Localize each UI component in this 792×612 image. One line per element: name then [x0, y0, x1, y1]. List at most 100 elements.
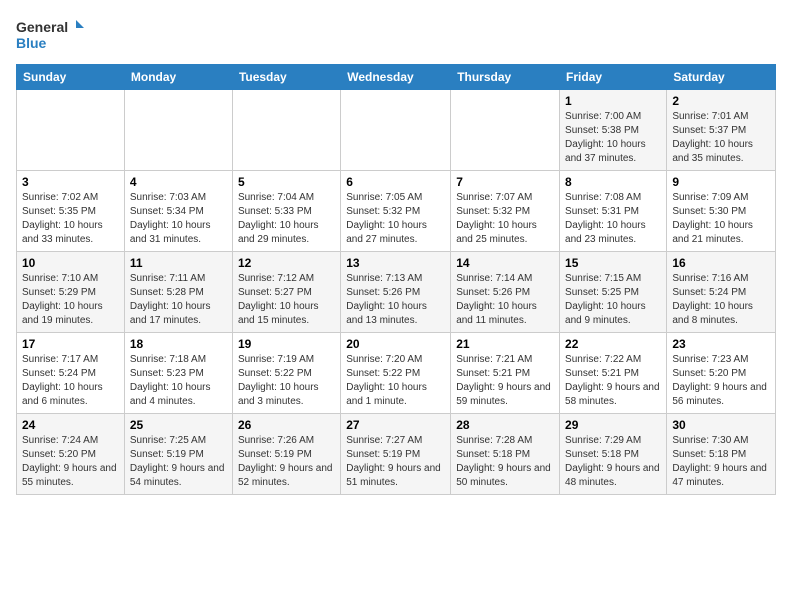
day-info: Sunrise: 7:19 AM Sunset: 5:22 PM Dayligh… — [238, 353, 335, 409]
day-number: 24 — [22, 418, 119, 432]
day-number: 16 — [672, 256, 770, 270]
day-info: Sunrise: 7:10 AM Sunset: 5:29 PM Dayligh… — [22, 272, 119, 328]
day-info: Sunrise: 7:04 AM Sunset: 5:33 PM Dayligh… — [238, 191, 335, 247]
day-number: 21 — [456, 337, 554, 351]
day-cell: 30Sunrise: 7:30 AM Sunset: 5:18 PM Dayli… — [667, 414, 776, 495]
day-number: 13 — [346, 256, 445, 270]
day-info: Sunrise: 7:30 AM Sunset: 5:18 PM Dayligh… — [672, 434, 770, 490]
day-number: 10 — [22, 256, 119, 270]
day-cell: 23Sunrise: 7:23 AM Sunset: 5:20 PM Dayli… — [667, 333, 776, 414]
col-header-tuesday: Tuesday — [232, 65, 340, 90]
day-cell: 24 Sunrise: 7:24 AM Sunset: 5:20 PM Dayli… — [17, 414, 125, 495]
day-cell: 3 Sunrise: 7:02 AM Sunset: 5:35 PM Daylig… — [17, 171, 125, 252]
day-info: Sunrise: 7:13 AM Sunset: 5:26 PM Dayligh… — [346, 272, 445, 328]
day-number: 2 — [672, 94, 770, 108]
day-cell: 5 Sunrise: 7:04 AM Sunset: 5:33 PM Daylig… — [232, 171, 340, 252]
day-cell: 15 Sunrise: 7:15 AM Sunset: 5:25 PM Dayli… — [560, 252, 667, 333]
page-header: General Blue — [16, 16, 776, 52]
day-info: Sunrise: 7:18 AM Sunset: 5:23 PM Dayligh… — [130, 353, 227, 409]
day-cell — [341, 90, 451, 171]
day-number: 9 — [672, 175, 770, 189]
day-info: Sunrise: 7:20 AM Sunset: 5:22 PM Dayligh… — [346, 353, 445, 409]
day-cell — [451, 90, 560, 171]
day-cell: 11Sunrise: 7:11 AM Sunset: 5:28 PM Dayli… — [124, 252, 232, 333]
day-cell: 16Sunrise: 7:16 AM Sunset: 5:24 PM Dayli… — [667, 252, 776, 333]
day-info: Sunrise: 7:23 AM Sunset: 5:20 PM Dayligh… — [672, 353, 770, 409]
day-cell: 12Sunrise: 7:12 AM Sunset: 5:27 PM Dayli… — [232, 252, 340, 333]
day-cell: 22Sunrise: 7:22 AM Sunset: 5:21 PM Dayli… — [560, 333, 667, 414]
day-info: Sunrise: 7:07 AM Sunset: 5:32 PM Dayligh… — [456, 191, 554, 247]
day-info: Sunrise: 7:28 AM Sunset: 5:18 PM Dayligh… — [456, 434, 554, 490]
day-info: Sunrise: 7:22 AM Sunset: 5:21 PM Dayligh… — [565, 353, 661, 409]
day-number: 17 — [22, 337, 119, 351]
day-number: 28 — [456, 418, 554, 432]
day-cell: 27 Sunrise: 7:27 AM Sunset: 5:19 PM Dayli… — [341, 414, 451, 495]
week-row-5: 24 Sunrise: 7:24 AM Sunset: 5:20 PM Dayli… — [17, 414, 776, 495]
day-cell: 26 Sunrise: 7:26 AM Sunset: 5:19 PM Dayli… — [232, 414, 340, 495]
day-number: 26 — [238, 418, 335, 432]
day-number: 27 — [346, 418, 445, 432]
day-cell: 9 Sunrise: 7:09 AM Sunset: 5:30 PM Daylig… — [667, 171, 776, 252]
day-info: Sunrise: 7:21 AM Sunset: 5:21 PM Dayligh… — [456, 353, 554, 409]
day-cell: 29 Sunrise: 7:29 AM Sunset: 5:18 PM Dayli… — [560, 414, 667, 495]
day-cell — [124, 90, 232, 171]
day-number: 4 — [130, 175, 227, 189]
week-row-1: 1 Sunrise: 7:00 AM Sunset: 5:38 PM Daylig… — [17, 90, 776, 171]
day-info: Sunrise: 7:15 AM Sunset: 5:25 PM Dayligh… — [565, 272, 661, 328]
day-cell: 18 Sunrise: 7:18 AM Sunset: 5:23 PM Dayli… — [124, 333, 232, 414]
day-info: Sunrise: 7:01 AM Sunset: 5:37 PM Dayligh… — [672, 110, 770, 166]
day-cell: 19 Sunrise: 7:19 AM Sunset: 5:22 PM Dayli… — [232, 333, 340, 414]
day-info: Sunrise: 7:03 AM Sunset: 5:34 PM Dayligh… — [130, 191, 227, 247]
logo-svg: General Blue — [16, 16, 86, 52]
day-info: Sunrise: 7:08 AM Sunset: 5:31 PM Dayligh… — [565, 191, 661, 247]
day-number: 5 — [238, 175, 335, 189]
day-info: Sunrise: 7:02 AM Sunset: 5:35 PM Dayligh… — [22, 191, 119, 247]
day-number: 19 — [238, 337, 335, 351]
col-header-sunday: Sunday — [17, 65, 125, 90]
day-cell: 7Sunrise: 7:07 AM Sunset: 5:32 PM Daylig… — [451, 171, 560, 252]
col-header-friday: Friday — [560, 65, 667, 90]
day-info: Sunrise: 7:24 AM Sunset: 5:20 PM Dayligh… — [22, 434, 119, 490]
logo: General Blue — [16, 16, 86, 52]
day-cell — [17, 90, 125, 171]
col-header-saturday: Saturday — [667, 65, 776, 90]
day-info: Sunrise: 7:09 AM Sunset: 5:30 PM Dayligh… — [672, 191, 770, 247]
day-info: Sunrise: 7:00 AM Sunset: 5:38 PM Dayligh… — [565, 110, 661, 166]
day-number: 14 — [456, 256, 554, 270]
day-info: Sunrise: 7:14 AM Sunset: 5:26 PM Dayligh… — [456, 272, 554, 328]
day-number: 8 — [565, 175, 661, 189]
svg-text:Blue: Blue — [16, 35, 47, 51]
day-headers-row: SundayMondayTuesdayWednesdayThursdayFrid… — [17, 65, 776, 90]
day-cell: 6 Sunrise: 7:05 AM Sunset: 5:32 PM Daylig… — [341, 171, 451, 252]
day-info: Sunrise: 7:25 AM Sunset: 5:19 PM Dayligh… — [130, 434, 227, 490]
col-header-monday: Monday — [124, 65, 232, 90]
day-number: 6 — [346, 175, 445, 189]
day-cell: 20 Sunrise: 7:20 AM Sunset: 5:22 PM Dayli… — [341, 333, 451, 414]
week-row-3: 10 Sunrise: 7:10 AM Sunset: 5:29 PM Dayli… — [17, 252, 776, 333]
calendar-table: SundayMondayTuesdayWednesdayThursdayFrid… — [16, 64, 776, 495]
day-info: Sunrise: 7:26 AM Sunset: 5:19 PM Dayligh… — [238, 434, 335, 490]
day-info: Sunrise: 7:29 AM Sunset: 5:18 PM Dayligh… — [565, 434, 661, 490]
svg-text:General: General — [16, 19, 68, 35]
day-info: Sunrise: 7:05 AM Sunset: 5:32 PM Dayligh… — [346, 191, 445, 247]
col-header-thursday: Thursday — [451, 65, 560, 90]
week-row-2: 3 Sunrise: 7:02 AM Sunset: 5:35 PM Daylig… — [17, 171, 776, 252]
day-cell: 17 Sunrise: 7:17 AM Sunset: 5:24 PM Dayli… — [17, 333, 125, 414]
day-number: 29 — [565, 418, 661, 432]
day-cell: 21 Sunrise: 7:21 AM Sunset: 5:21 PM Dayli… — [451, 333, 560, 414]
day-number: 15 — [565, 256, 661, 270]
day-cell: 4 Sunrise: 7:03 AM Sunset: 5:34 PM Daylig… — [124, 171, 232, 252]
day-number: 20 — [346, 337, 445, 351]
day-info: Sunrise: 7:11 AM Sunset: 5:28 PM Dayligh… — [130, 272, 227, 328]
day-info: Sunrise: 7:17 AM Sunset: 5:24 PM Dayligh… — [22, 353, 119, 409]
day-cell: 25 Sunrise: 7:25 AM Sunset: 5:19 PM Dayli… — [124, 414, 232, 495]
week-row-4: 17 Sunrise: 7:17 AM Sunset: 5:24 PM Dayli… — [17, 333, 776, 414]
col-header-wednesday: Wednesday — [341, 65, 451, 90]
day-number: 1 — [565, 94, 661, 108]
day-cell: 14 Sunrise: 7:14 AM Sunset: 5:26 PM Dayli… — [451, 252, 560, 333]
day-info: Sunrise: 7:12 AM Sunset: 5:27 PM Dayligh… — [238, 272, 335, 328]
day-info: Sunrise: 7:27 AM Sunset: 5:19 PM Dayligh… — [346, 434, 445, 490]
day-number: 18 — [130, 337, 227, 351]
day-number: 3 — [22, 175, 119, 189]
day-number: 25 — [130, 418, 227, 432]
